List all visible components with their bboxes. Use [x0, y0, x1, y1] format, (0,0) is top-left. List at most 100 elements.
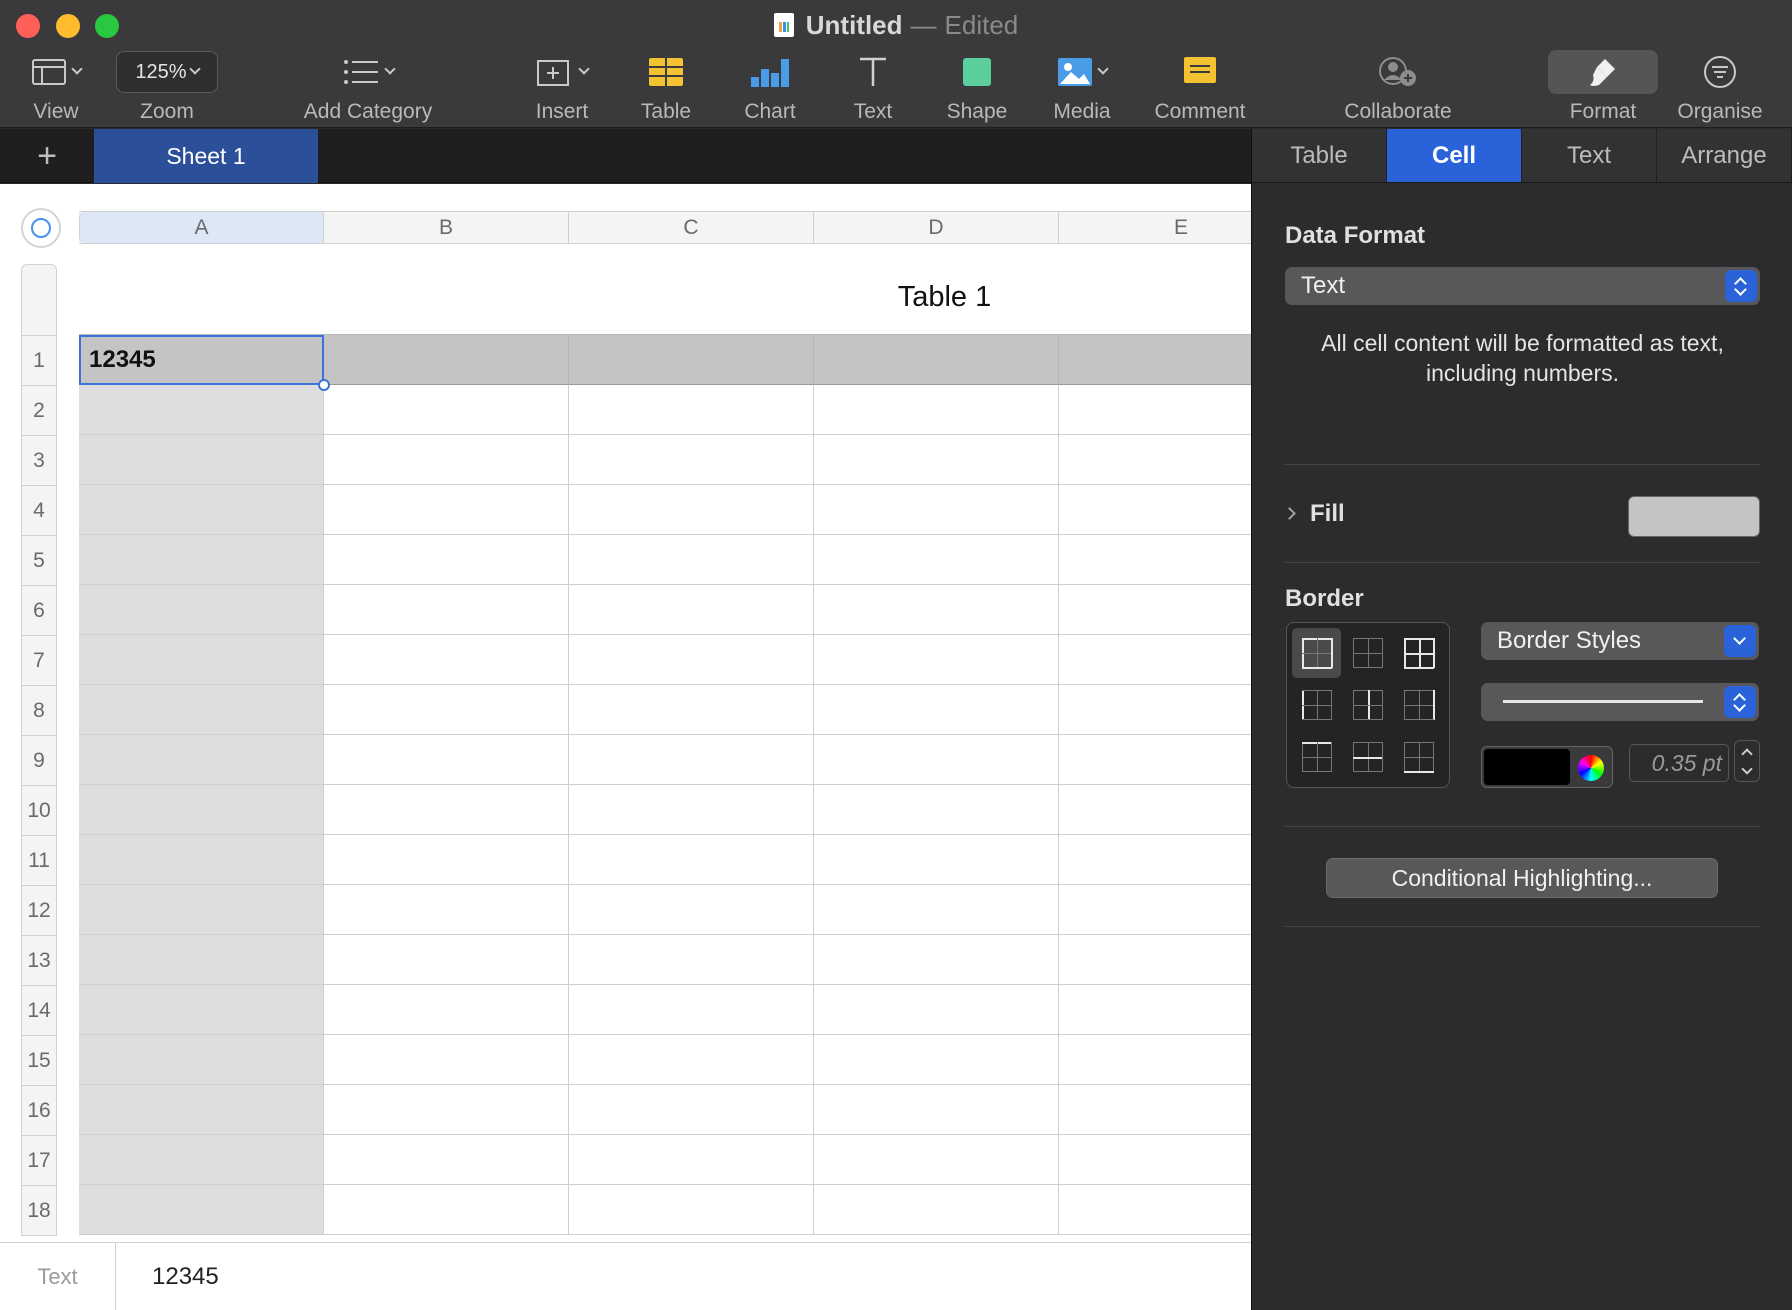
cell-b18[interactable] [324, 1185, 569, 1235]
cell-e16[interactable] [1059, 1085, 1251, 1135]
cell-d11[interactable] [814, 835, 1059, 885]
format-button[interactable]: Format [1548, 48, 1658, 124]
row-header-2[interactable]: 2 [22, 385, 56, 435]
cell-c11[interactable] [569, 835, 814, 885]
border-option-4[interactable] [1292, 680, 1341, 730]
cell-d17[interactable] [814, 1135, 1059, 1185]
cell-c3[interactable] [569, 435, 814, 485]
cell-e12[interactable] [1059, 885, 1251, 935]
cell-e11[interactable] [1059, 835, 1251, 885]
column-header-b[interactable]: B [324, 212, 569, 243]
cell-a6[interactable] [79, 585, 324, 635]
cell-e13[interactable] [1059, 935, 1251, 985]
cell-e14[interactable] [1059, 985, 1251, 1035]
cell-e2[interactable] [1059, 385, 1251, 435]
cell-d12[interactable] [814, 885, 1059, 935]
cell-b16[interactable] [324, 1085, 569, 1135]
comment-button[interactable]: Comment [1148, 48, 1252, 124]
row-header-17[interactable]: 17 [22, 1135, 56, 1185]
border-option-5[interactable] [1343, 680, 1392, 730]
cell-d9[interactable] [814, 735, 1059, 785]
cell-d8[interactable] [814, 685, 1059, 735]
cell-a10[interactable] [79, 785, 324, 835]
border-selector[interactable] [1286, 622, 1450, 788]
inspector-tab-cell[interactable]: Cell [1387, 129, 1522, 182]
border-option-6[interactable] [1395, 680, 1444, 730]
row-header-4[interactable]: 4 [22, 485, 56, 535]
cell-d5[interactable] [814, 535, 1059, 585]
cell-c2[interactable] [569, 385, 814, 435]
border-option-8[interactable] [1343, 732, 1392, 782]
cell-b1[interactable] [324, 335, 569, 385]
cell-a12[interactable] [79, 885, 324, 935]
cell-e8[interactable] [1059, 685, 1251, 735]
chart-button[interactable]: Chart [730, 48, 810, 124]
cell-b9[interactable] [324, 735, 569, 785]
cell-a14[interactable] [79, 985, 324, 1035]
cell-d7[interactable] [814, 635, 1059, 685]
border-color-well[interactable] [1481, 746, 1613, 788]
row-header-16[interactable]: 16 [22, 1085, 56, 1135]
cell-c15[interactable] [569, 1035, 814, 1085]
cell-c13[interactable] [569, 935, 814, 985]
cell-c9[interactable] [569, 735, 814, 785]
add-sheet-button[interactable]: + [0, 129, 94, 183]
shape-button[interactable]: Shape [937, 48, 1017, 124]
column-header-a[interactable]: A [79, 212, 324, 243]
row-header-9[interactable]: 9 [22, 735, 56, 785]
cell-a15[interactable] [79, 1035, 324, 1085]
fill-color-well[interactable] [1628, 496, 1760, 537]
cell-c17[interactable] [569, 1135, 814, 1185]
cell-d18[interactable] [814, 1185, 1059, 1235]
sheet-tab-1[interactable]: Sheet 1 [94, 129, 318, 183]
cell-b10[interactable] [324, 785, 569, 835]
cell-d13[interactable] [814, 935, 1059, 985]
row-header-12[interactable]: 12 [22, 885, 56, 935]
cell-e10[interactable] [1059, 785, 1251, 835]
cell-a4[interactable] [79, 485, 324, 535]
inspector-tab-arrange[interactable]: Arrange [1657, 129, 1792, 182]
cell-c12[interactable] [569, 885, 814, 935]
cell-b17[interactable] [324, 1135, 569, 1185]
cell-b13[interactable] [324, 935, 569, 985]
cell-b6[interactable] [324, 585, 569, 635]
border-option-3[interactable] [1395, 628, 1444, 678]
cell-a17[interactable] [79, 1135, 324, 1185]
insert-button[interactable]: Insert [522, 48, 602, 124]
column-header-c[interactable]: C [569, 212, 814, 243]
cell-a3[interactable] [79, 435, 324, 485]
cell-a5[interactable] [79, 535, 324, 585]
cell-d14[interactable] [814, 985, 1059, 1035]
cell-d4[interactable] [814, 485, 1059, 535]
cell-b15[interactable] [324, 1035, 569, 1085]
cell-b5[interactable] [324, 535, 569, 585]
cell-d16[interactable] [814, 1085, 1059, 1135]
add-category-button[interactable]: Add Category [290, 48, 446, 124]
cell-a2[interactable] [79, 385, 324, 435]
data-format-select[interactable]: Text [1285, 267, 1760, 305]
row-header-15[interactable]: 15 [22, 1035, 56, 1085]
cell-e3[interactable] [1059, 435, 1251, 485]
cell-a8[interactable] [79, 685, 324, 735]
cell-b2[interactable] [324, 385, 569, 435]
cell-a13[interactable] [79, 935, 324, 985]
border-option-2[interactable] [1343, 628, 1392, 678]
cell-a16[interactable] [79, 1085, 324, 1135]
spreadsheet-canvas[interactable]: ABCDE 1 2 3 4 5 6 7 8 9 10 11 12 13 14 15 16 17 18 Table … [0, 184, 1251, 1242]
row-header-1[interactable]: 1 [22, 335, 56, 385]
conditional-highlighting-button[interactable]: Conditional Highlighting... [1326, 858, 1718, 898]
cell-e6[interactable] [1059, 585, 1251, 635]
cell-a18[interactable] [79, 1185, 324, 1235]
border-width-stepper[interactable] [1734, 740, 1760, 782]
border-line-style-select[interactable] [1481, 683, 1759, 721]
cell-c5[interactable] [569, 535, 814, 585]
cell-c8[interactable] [569, 685, 814, 735]
row-header-10[interactable]: 10 [22, 785, 56, 835]
border-styles-select[interactable]: Border Styles [1481, 622, 1759, 660]
cell-c18[interactable] [569, 1185, 814, 1235]
cell-e1[interactable] [1059, 335, 1251, 385]
border-option-7[interactable] [1292, 732, 1341, 782]
table-title[interactable]: Table 1 [822, 281, 1067, 314]
row-header-18[interactable]: 18 [22, 1185, 56, 1235]
row-header-7[interactable]: 7 [22, 635, 56, 685]
